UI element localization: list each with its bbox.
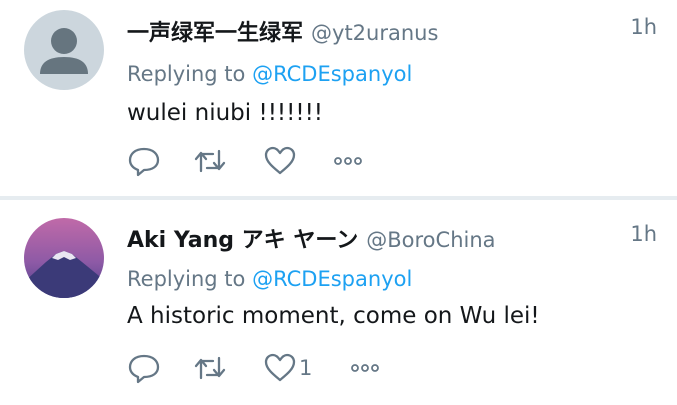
reply-button[interactable] [127, 145, 161, 177]
user-handle[interactable]: @yt2uranus [311, 21, 438, 45]
more-button[interactable] [330, 145, 366, 177]
tweet-header: Aki Yang アキ ヤーン @BoroChina 1h [127, 222, 657, 258]
tweet-text: wulei niubi !!!!!!! [127, 100, 324, 126]
timestamp[interactable]: 1h [630, 222, 657, 246]
reply-context: Replying to @RCDEspanyol [127, 267, 412, 291]
mention-link[interactable]: @RCDEspanyol [252, 62, 412, 86]
more-icon [330, 145, 366, 177]
reply-icon [127, 352, 161, 384]
retweet-icon [193, 352, 227, 384]
avatar[interactable] [24, 10, 104, 90]
reply-prefix: Replying to [127, 62, 246, 86]
more-icon [347, 352, 383, 384]
like-count: 1 [299, 356, 313, 380]
reply-icon [127, 145, 161, 177]
display-name[interactable]: 一声绿军一生绿军 [127, 21, 303, 46]
reply-context: Replying to @RCDEspanyol [127, 62, 412, 86]
like-button[interactable] [263, 145, 299, 177]
heart-icon [263, 352, 297, 384]
timestamp[interactable]: 1h [630, 15, 657, 39]
tweet-header: 一声绿军一生绿军 @yt2uranus 1h [127, 15, 657, 51]
heart-icon [263, 145, 297, 177]
avatar[interactable] [24, 218, 104, 298]
retweet-button[interactable] [193, 145, 227, 177]
tweet-text: A historic moment, come on Wu lei! [127, 303, 540, 329]
user-handle[interactable]: @BoroChina [366, 228, 495, 252]
reply-button[interactable] [127, 352, 161, 384]
reply-prefix: Replying to [127, 267, 246, 291]
display-name[interactable]: Aki Yang アキ ヤーン [127, 228, 358, 253]
retweet-button[interactable] [193, 352, 227, 384]
more-button[interactable] [347, 352, 383, 384]
retweet-icon [193, 145, 227, 177]
like-button[interactable]: 1 [263, 352, 312, 384]
mention-link[interactable]: @RCDEspanyol [252, 267, 412, 291]
